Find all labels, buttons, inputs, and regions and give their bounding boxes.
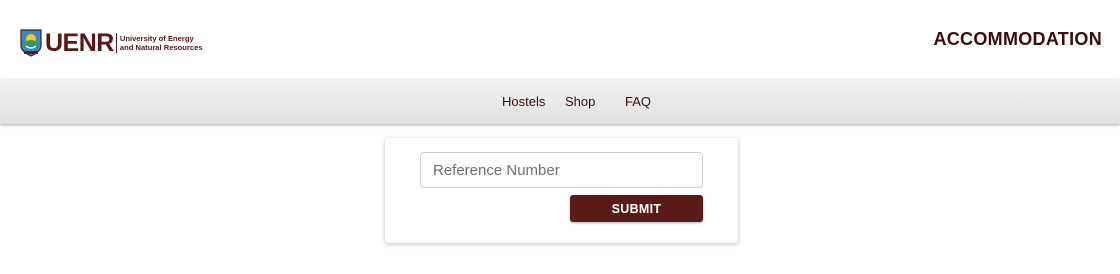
logo-fullname-line2: and Natural Resources (119, 43, 203, 52)
uenr-logo[interactable]: UENR University of Energy and Natural Re… (20, 28, 203, 58)
logo-fullname: University of Energy and Natural Resourc… (120, 34, 203, 52)
site-header: UENR University of Energy and Natural Re… (0, 0, 1120, 80)
nav-link-hostels[interactable]: Hostels (502, 94, 545, 109)
logo-wordmark: UENR (45, 29, 114, 57)
reference-form-card: SUBMIT (385, 138, 738, 243)
reference-number-input[interactable] (420, 152, 703, 188)
nav-link-shop[interactable]: Shop (565, 94, 595, 109)
logo-divider (115, 33, 117, 53)
logo-fullname-line1: University of Energy (119, 34, 194, 43)
main-navbar: Hostels Shop FAQ (0, 80, 1120, 124)
university-crest-icon (20, 29, 42, 57)
page-title: ACCOMMODATION (933, 29, 1102, 49)
submit-button[interactable]: SUBMIT (570, 195, 703, 222)
nav-link-faq[interactable]: FAQ (625, 94, 651, 109)
